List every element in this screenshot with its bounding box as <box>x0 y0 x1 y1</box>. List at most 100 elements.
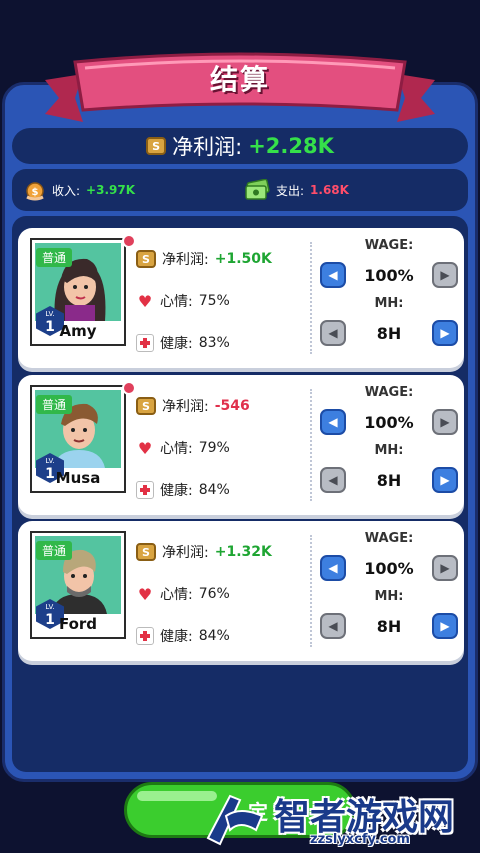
profit-value: -546 <box>214 398 250 414</box>
watermark-logo-icon <box>206 794 264 846</box>
hours-value: 8H <box>376 470 402 490</box>
wage-label: WAGE: <box>364 531 414 546</box>
arrow-right-icon: ▶ <box>440 473 450 487</box>
heart-icon: ♥ <box>137 291 153 311</box>
employee-portrait[interactable]: 普通 LV. 1 Ford <box>30 531 126 639</box>
hours-decrease-button[interactable]: ◀ <box>320 320 346 346</box>
net-profit-value: +2.28K <box>248 134 334 158</box>
wage-hours-controls: WAGE: ◀ 100% ▶ MH: ◀ 8H ▶ <box>320 383 458 499</box>
expense-summary: 支出: 1.68K <box>244 169 349 211</box>
employee-stats: S 净利润: -546 ♥ 心情: 79% 健康: 84% <box>136 385 306 511</box>
income-label: 收入: <box>52 183 81 198</box>
mood-label: 心情: <box>160 587 193 603</box>
hours-value: 8H <box>376 616 402 636</box>
profit-value: +1.32K <box>214 544 272 560</box>
mh-label: MH: <box>374 443 404 458</box>
mood-value: 76% <box>198 586 230 602</box>
wage-hours-controls: WAGE: ◀ 100% ▶ MH: ◀ 8H ▶ <box>320 236 458 352</box>
heart-icon: ♥ <box>137 584 153 604</box>
employee-name: Amy <box>59 322 97 340</box>
divider <box>310 535 312 647</box>
watermark-url: zzslyxcfy.com <box>310 832 410 847</box>
divider <box>310 389 312 501</box>
arrow-left-icon: ◀ <box>328 473 338 487</box>
income-summary: $ 收入: +3.97K <box>24 169 135 211</box>
health-label: 健康: <box>160 336 193 352</box>
health-value: 84% <box>198 482 230 498</box>
coin-icon: S <box>136 543 156 561</box>
arrow-right-icon: ▶ <box>440 326 450 340</box>
mood-label: 心情: <box>160 441 193 457</box>
hours-increase-button[interactable]: ▶ <box>432 613 458 639</box>
wage-decrease-button[interactable]: ◀ <box>320 262 346 288</box>
profit-label: 净利润: <box>162 252 209 268</box>
health-value: 84% <box>198 628 230 644</box>
employee-card: 普通 LV. 1 Ford S 净利润: +1.32K ♥ 心情: 76% 健康: 84% … <box>18 521 464 661</box>
expense-value: 1.68K <box>310 183 349 197</box>
employee-card: 普通 LV. 1 Musa S 净利润: -546 ♥ 心情: 79% 健康: 84% WA… <box>18 375 464 515</box>
hours-value: 8H <box>376 323 402 343</box>
watermark: 智者游戏网 zzslyxcfy.com <box>200 782 480 853</box>
profit-value: +1.50K <box>214 251 272 267</box>
hours-decrease-button[interactable]: ◀ <box>320 613 346 639</box>
profit-label: 净利润: <box>162 545 209 561</box>
expense-label: 支出: <box>276 183 305 198</box>
arrow-left-icon: ◀ <box>328 415 338 429</box>
mood-value: 79% <box>198 440 230 456</box>
employee-portrait[interactable]: 普通 LV. 1 Amy <box>30 238 126 346</box>
employee-stats: S 净利润: +1.32K ♥ 心情: 76% 健康: 84% <box>136 531 306 657</box>
money-bag-icon: $ <box>26 182 44 201</box>
coin-icon: S <box>146 137 167 155</box>
wage-hours-controls: WAGE: ◀ 100% ▶ MH: ◀ 8H ▶ <box>320 529 458 645</box>
net-profit-label: 净利润: <box>172 135 243 159</box>
tier-badge: 普通 <box>36 541 73 560</box>
hours-decrease-button[interactable]: ◀ <box>320 467 346 493</box>
medical-cross-icon <box>136 627 154 645</box>
cash-stack-icon <box>245 179 270 200</box>
wage-label: WAGE: <box>364 238 414 253</box>
notification-dot <box>122 234 136 248</box>
arrow-right-icon: ▶ <box>440 561 450 575</box>
hours-increase-button[interactable]: ▶ <box>432 320 458 346</box>
page-title: 结算 <box>209 63 270 96</box>
arrow-right-icon: ▶ <box>440 268 450 282</box>
wage-increase-button[interactable]: ▶ <box>432 555 458 581</box>
net-profit-bar: S 净利润: +2.28K <box>12 128 468 164</box>
notification-dot <box>122 381 136 395</box>
wage-value: 100% <box>364 558 414 578</box>
employee-name: Ford <box>58 615 98 633</box>
wage-increase-button[interactable]: ▶ <box>432 262 458 288</box>
health-value: 83% <box>198 335 230 351</box>
mh-label: MH: <box>374 296 404 311</box>
income-value: +3.97K <box>86 183 136 197</box>
wage-label: WAGE: <box>364 385 414 400</box>
health-label: 健康: <box>160 629 193 645</box>
coin-icon: S <box>136 250 156 268</box>
hours-increase-button[interactable]: ▶ <box>432 467 458 493</box>
medical-cross-icon <box>136 334 154 352</box>
employee-card: 普通 LV. 1 Amy S 净利润: +1.50K ♥ 心情: 75% 健康: 83% W… <box>18 228 464 368</box>
mh-label: MH: <box>374 589 404 604</box>
heart-icon: ♥ <box>137 438 153 458</box>
divider <box>310 242 312 354</box>
tier-badge: 普通 <box>36 248 73 267</box>
employee-stats: S 净利润: +1.50K ♥ 心情: 75% 健康: 83% <box>136 238 306 364</box>
arrow-right-icon: ▶ <box>440 619 450 633</box>
mood-value: 75% <box>198 293 230 309</box>
employee-portrait[interactable]: 普通 LV. 1 Musa <box>30 385 126 493</box>
wage-value: 100% <box>364 265 414 285</box>
wage-value: 100% <box>364 412 414 432</box>
arrow-left-icon: ◀ <box>328 561 338 575</box>
wage-decrease-button[interactable]: ◀ <box>320 409 346 435</box>
arrow-left-icon: ◀ <box>328 326 338 340</box>
wage-increase-button[interactable]: ▶ <box>432 409 458 435</box>
arrow-left-icon: ◀ <box>328 268 338 282</box>
coin-icon: S <box>136 397 156 415</box>
health-label: 健康: <box>160 483 193 499</box>
arrow-right-icon: ▶ <box>440 415 450 429</box>
profit-label: 净利润: <box>162 399 209 415</box>
wage-decrease-button[interactable]: ◀ <box>320 555 346 581</box>
mood-label: 心情: <box>160 294 193 310</box>
tier-badge: 普通 <box>36 395 73 414</box>
svg-text:$: $ <box>32 187 39 198</box>
